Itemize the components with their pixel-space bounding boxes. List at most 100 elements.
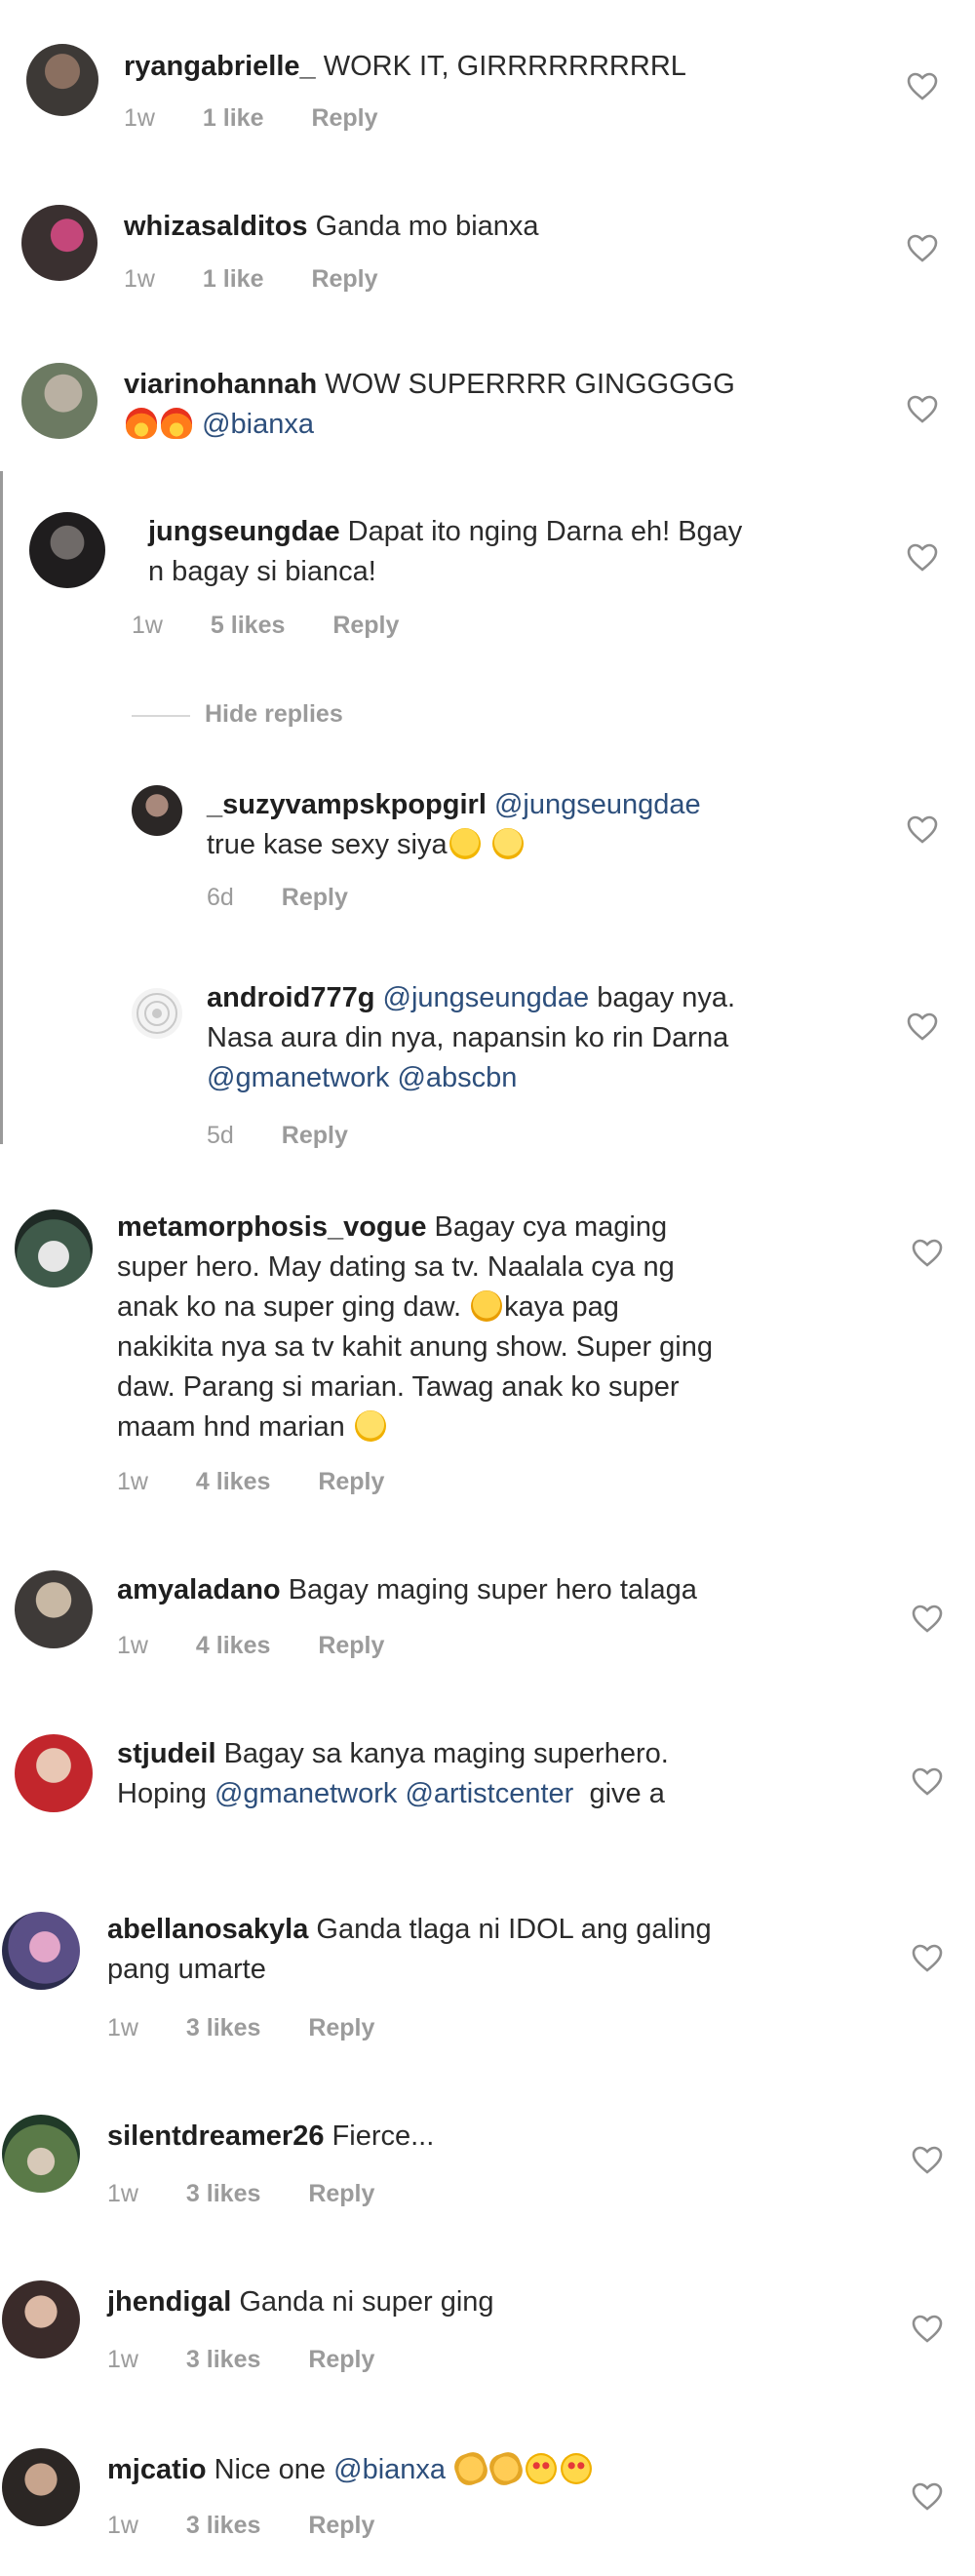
comment-likes[interactable]: 4 likes [196,1632,270,1660]
comment-username[interactable]: abellanosakyla [107,1914,308,1945]
heart-icon[interactable] [912,2146,943,2175]
avatar[interactable] [26,44,98,116]
heart-icon[interactable] [912,1767,943,1797]
heart-icon[interactable] [912,2315,943,2344]
comment-likes[interactable]: 3 likes [186,2512,260,2540]
comment-text: android777g @jungseungdae bagay nya. Nas… [207,982,736,1093]
comment-meta: 6d Reply [207,884,389,912]
comment-username[interactable]: whizasalditos [124,211,308,242]
comment-username[interactable]: jungseungdae [148,516,340,547]
avatar[interactable] [21,363,98,439]
default-avatar-icon[interactable] [132,988,182,1039]
comment-time: 1w [124,104,155,132]
heart-icon[interactable] [907,815,938,845]
comment-text: viarinohannah WOW SUPERRRR GINGGGGG @bia… [124,369,735,440]
reply-button[interactable]: Reply [282,1122,348,1150]
comment-username[interactable]: _suzyvampskpopgirl [207,789,487,820]
comment-meta: 1w 4 likes Reply [117,1468,425,1496]
comment-username[interactable]: android777g [207,982,374,1013]
comment-time: 1w [107,2512,138,2539]
hide-replies-button[interactable]: Hide replies [205,700,343,729]
comment-meta: 1w 3 likes Reply [107,2014,415,2042]
avatar[interactable] [2,2448,80,2526]
comment-text: _suzyvampskpopgirl @jungseungdae true ka… [207,789,701,860]
heart-eyes-emoji-icon [526,2453,558,2484]
comment-time: 1w [132,612,163,639]
comment-meta: 1w 4 likes Reply [117,1632,425,1660]
heart-icon[interactable] [907,543,938,573]
comment-text: mjcatio Nice one @bianxa [107,2448,907,2490]
comment-username[interactable]: metamorphosis_vogue [117,1211,426,1243]
mention-link[interactable]: @artistcenter [405,1778,573,1809]
mention-link[interactable]: @gmanetwork [207,1062,389,1093]
comment-text: silentdreamer26 Fierce... [107,2120,435,2152]
comment-meta: 1w 3 likes Reply [107,2180,415,2208]
comment-likes[interactable]: 3 likes [186,2014,260,2042]
heart-icon[interactable] [912,1944,943,1973]
comment-text: ryangabrielle_ WORK IT, GIRRRRRRRRRL [124,51,686,82]
reply-button[interactable]: Reply [308,2346,374,2374]
reply-button[interactable]: Reply [282,884,348,912]
heart-icon[interactable] [912,1605,943,1634]
reply-button[interactable]: Reply [318,1632,384,1660]
mention-link[interactable]: @jungseungdae [494,789,701,820]
avatar[interactable] [132,785,182,836]
reply-button[interactable]: Reply [332,612,399,640]
comment-meta: 1w 1 like Reply [124,265,419,294]
avatar[interactable] [21,205,98,281]
heart-icon[interactable] [912,2482,943,2512]
mention-link[interactable]: @bianxa [202,409,314,440]
heart-icon[interactable] [907,72,938,101]
grin-emoji-icon [354,1410,386,1442]
comment-username[interactable]: ryangabrielle_ [124,51,316,82]
comment-likes[interactable]: 4 likes [196,1468,270,1496]
comment-time: 1w [107,2180,138,2207]
comment-text: whizasalditos Ganda mo bianxa [124,211,539,242]
fire-emoji-icon [126,408,157,439]
mention-link[interactable]: @jungseungdae [383,982,590,1013]
avatar[interactable] [15,1734,93,1812]
smile-emoji-icon [448,828,481,859]
comment-username[interactable]: viarinohannah [124,369,317,400]
avatar[interactable] [2,1912,80,1990]
comment-likes[interactable]: 3 likes [186,2346,260,2374]
comment-username[interactable]: mjcatio [107,2454,207,2485]
comment-username[interactable]: stjudeil [117,1738,216,1769]
mention-link[interactable]: @gmanetwork [214,1778,397,1809]
comment-username[interactable]: jhendigal [107,2286,231,2318]
comment-time: 1w [117,1468,148,1495]
comment-time: 6d [207,884,234,911]
segment-divider [0,471,3,1144]
avatar[interactable] [15,1570,93,1648]
comment-text: jhendigal Ganda ni super ging [107,2286,494,2318]
comment-likes[interactable]: 3 likes [186,2180,260,2208]
avatar[interactable] [29,512,105,588]
clapping-emoji-icon [450,2448,491,2489]
mention-link[interactable]: @abscbn [397,1062,517,1093]
comment-meta: 5d Reply [207,1122,389,1150]
avatar[interactable] [15,1209,93,1288]
comment-likes[interactable]: 1 like [203,104,264,133]
avatar[interactable] [2,2115,80,2193]
reply-button[interactable]: Reply [311,265,377,294]
reply-button[interactable]: Reply [308,2014,374,2042]
comment-text: amyaladano Bagay maging super hero talag… [117,1574,697,1605]
comment-likes[interactable]: 5 likes [211,612,285,640]
reply-button[interactable]: Reply [308,2512,374,2540]
heart-icon[interactable] [907,234,938,263]
avatar[interactable] [2,2280,80,2358]
mention-link[interactable]: @bianxa [333,2454,446,2485]
comment-text: abellanosakyla Ganda tlaga ni IDOL ang g… [107,1914,712,1985]
comment-username[interactable]: amyaladano [117,1574,281,1605]
comment-text: jungseungdae Dapat ito nging Darna eh! B… [148,516,743,587]
comment-meta: 1w 1 like Reply [124,104,419,133]
grin-emoji-icon [491,828,524,859]
heart-icon[interactable] [907,1012,938,1042]
reply-button[interactable]: Reply [318,1468,384,1496]
comment-likes[interactable]: 1 like [203,265,264,294]
comment-username[interactable]: silentdreamer26 [107,2120,324,2152]
heart-icon[interactable] [907,395,938,424]
heart-icon[interactable] [912,1239,943,1268]
reply-button[interactable]: Reply [308,2180,374,2208]
reply-button[interactable]: Reply [311,104,377,133]
